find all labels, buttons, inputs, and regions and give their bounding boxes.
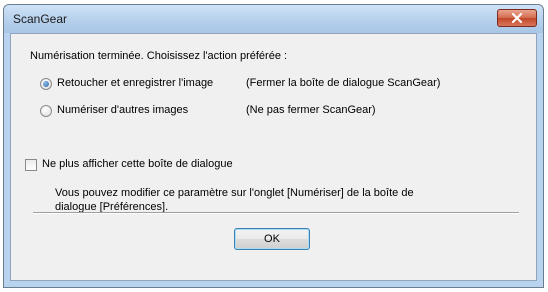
radio-scan-more-note: (Ne pas fermer ScanGear) (246, 104, 376, 116)
radio-retouch-save-note: (Fermer la boîte de dialogue ScanGear) (246, 77, 441, 89)
title-bar[interactable]: ScanGear (4, 5, 543, 33)
radio-retouch-save-label[interactable]: Retoucher et enregistrer l'image (57, 77, 213, 89)
radio-retouch-save[interactable] (40, 78, 52, 90)
dialog-client-area: Numérisation terminée. Choisissez l'acti… (10, 33, 537, 281)
ok-button[interactable]: OK (234, 228, 310, 250)
dont-show-checkbox[interactable] (25, 159, 37, 171)
radio-scan-more-label[interactable]: Numériser d'autres images (57, 104, 188, 116)
window-title: ScanGear (13, 12, 68, 26)
separator-line (33, 212, 519, 214)
close-icon (511, 13, 523, 23)
dont-show-label[interactable]: Ne plus afficher cette boîte de dialogue (42, 158, 233, 170)
close-button[interactable] (497, 9, 537, 27)
scangear-dialog-window: ScanGear Numérisation terminée. Choisiss… (3, 4, 544, 288)
action-prompt: Numérisation terminée. Choisissez l'acti… (30, 50, 288, 62)
radio-dot-icon (43, 81, 49, 87)
info-text-line1: Vous pouvez modifier ce paramètre sur l'… (55, 187, 414, 199)
radio-scan-more[interactable] (40, 105, 52, 117)
